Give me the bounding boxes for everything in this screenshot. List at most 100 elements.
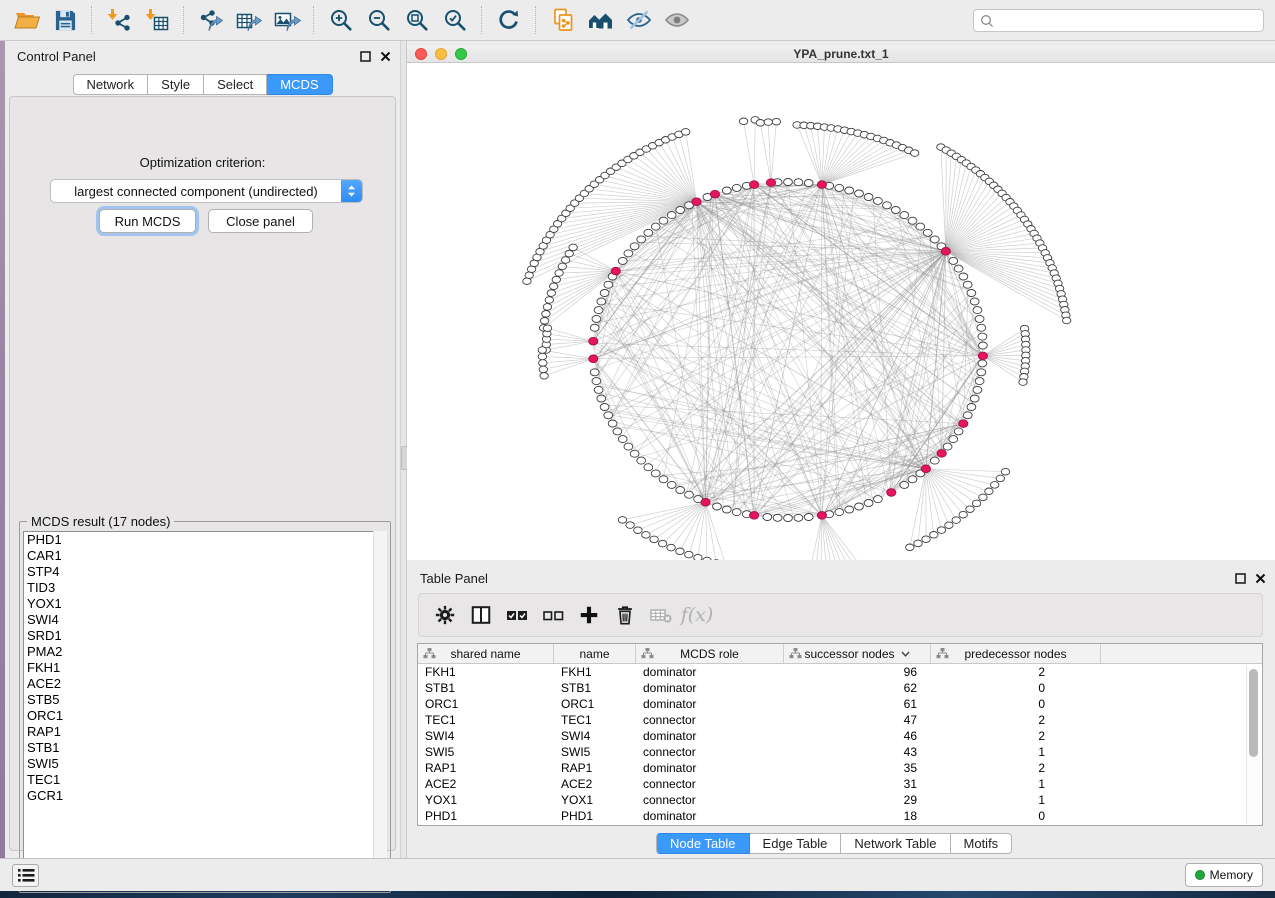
network-leaf-node[interactable] [996,475,1004,482]
network-leaf-node[interactable] [542,311,550,318]
network-node[interactable] [644,464,653,471]
close-mcds-panel-button[interactable]: Close panel [208,209,313,233]
network-node[interactable] [908,476,917,483]
mcds-result-item[interactable]: CAR1 [24,548,386,564]
mcds-result-item[interactable]: STP4 [24,564,386,580]
select-all-button[interactable] [499,597,535,633]
horizontal-splitter[interactable] [407,559,1275,566]
mcds-result-item[interactable]: SRD1 [24,628,386,644]
table-row[interactable]: STB1STB1dominator620 [418,680,1262,696]
table-row[interactable]: YOX1YOX1connector291 [418,792,1262,808]
mcds-result-item[interactable]: PMA2 [24,644,386,660]
mcds-list-scrollbar[interactable] [373,531,387,888]
network-leaf-node[interactable] [972,500,980,507]
network-leaf-node[interactable] [658,540,666,547]
network-node[interactable] [676,207,685,214]
network-leaf-node[interactable] [618,517,626,524]
network-leaf-node[interactable] [764,119,772,126]
table-row[interactable]: ORC1ORC1dominator610 [418,696,1262,712]
search-input[interactable] [999,13,1263,29]
network-node[interactable] [978,360,987,367]
zoom-fit-button[interactable] [398,3,436,37]
network-leaf-node[interactable] [966,506,974,513]
network-node[interactable] [604,281,613,288]
network-node[interactable] [835,509,844,516]
network-leaf-node[interactable] [538,353,546,360]
network-node[interactable] [613,428,622,435]
network-node[interactable] [667,481,676,488]
import-network-button[interactable] [100,3,138,37]
network-dominator-node[interactable] [941,248,950,256]
network-dominator-node[interactable] [750,181,759,189]
network-leaf-node[interactable] [540,318,548,325]
memory-button[interactable]: Memory [1185,863,1263,887]
import-table-button[interactable] [138,3,176,37]
refresh-view-button[interactable] [490,3,528,37]
network-leaf-node[interactable] [1001,468,1009,475]
network-leaf-node[interactable] [906,544,914,551]
network-canvas[interactable] [407,63,1275,560]
network-leaf-node[interactable] [543,304,551,311]
network-leaf-node[interactable] [565,250,573,257]
network-dominator-node[interactable] [817,181,826,189]
network-leaf-node[interactable] [555,270,563,277]
table-row[interactable]: SWI5SWI5connector431 [418,744,1262,760]
network-node[interactable] [685,491,694,498]
network-leaf-node[interactable] [959,511,967,518]
network-node[interactable] [608,420,617,427]
float-panel-button[interactable] [358,50,372,63]
network-node[interactable] [732,509,741,516]
tab-network[interactable]: Network [72,74,148,95]
network-node[interactable] [597,298,606,305]
network-leaf-node[interactable] [991,482,999,489]
network-node[interactable] [923,229,932,236]
network-leaf-node[interactable] [739,118,747,125]
table-row[interactable]: RAP1RAP1dominator352 [418,760,1262,776]
network-node[interactable] [594,386,603,393]
scrollbar-thumb[interactable] [1249,669,1258,757]
network-leaf-node[interactable] [550,283,558,290]
show-all-button[interactable] [658,3,696,37]
table-scrollbar[interactable] [1246,666,1260,824]
network-leaf-node[interactable] [685,551,693,558]
network-dominator-node[interactable] [959,420,968,428]
network-node[interactable] [900,212,909,219]
network-leaf-node[interactable] [634,527,642,534]
network-dominator-node[interactable] [611,267,620,275]
network-node[interactable] [845,506,854,513]
network-leaf-node[interactable] [1019,379,1027,386]
network-leaf-node[interactable] [922,536,930,543]
network-node[interactable] [651,223,660,230]
network-node[interactable] [590,369,599,376]
tab-motifs[interactable]: Motifs [951,833,1013,854]
network-node[interactable] [773,514,782,521]
network-dominator-node[interactable] [710,190,719,198]
network-node[interactable] [883,202,892,209]
network-dominator-node[interactable] [589,355,598,363]
tab-mcds[interactable]: MCDS [267,74,332,95]
network-node[interactable] [804,180,813,187]
network-node[interactable] [784,179,793,186]
network-leaf-node[interactable] [540,373,548,380]
network-node[interactable] [784,515,793,522]
network-node[interactable] [979,342,988,349]
network-dominator-node[interactable] [887,489,896,497]
network-node[interactable] [845,187,854,194]
network-node[interactable] [949,436,958,443]
network-node[interactable] [874,496,883,503]
network-leaf-node[interactable] [694,554,702,560]
network-node[interactable] [977,324,986,331]
network-dominator-node[interactable] [766,179,775,187]
network-dominator-node[interactable] [589,337,598,345]
network-dominator-node[interactable] [921,465,930,473]
network-leaf-node[interactable] [538,347,546,354]
tab-network-table[interactable]: Network Table [841,833,950,854]
vertical-splitter[interactable] [400,41,407,858]
column-header-shared-name[interactable]: shared name [418,644,554,663]
network-leaf-node[interactable] [626,522,634,529]
run-mcds-button[interactable]: Run MCDS [99,209,196,233]
network-node[interactable] [975,315,984,322]
network-node[interactable] [930,457,939,464]
network-node[interactable] [659,476,668,483]
network-node[interactable] [732,184,741,191]
